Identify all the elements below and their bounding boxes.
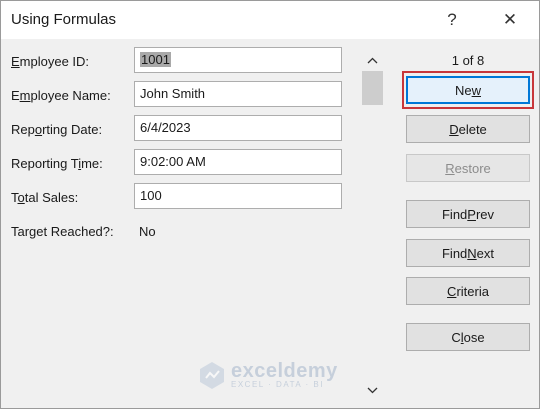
close-window-button[interactable]: ✕ xyxy=(495,5,525,35)
total-sales-label: Total Sales: xyxy=(11,190,79,205)
find-prev-button[interactable]: Find Prev xyxy=(406,200,530,228)
record-counter: 1 of 8 xyxy=(451,53,485,68)
chevron-down-icon xyxy=(367,387,378,393)
restore-button[interactable]: Restore xyxy=(406,154,530,182)
new-button[interactable]: Ne w xyxy=(406,76,530,104)
total-sales-input[interactable]: 100 xyxy=(134,183,342,209)
employee-id-label: Employee ID: xyxy=(11,54,90,69)
dialog-title: Using Formulas xyxy=(11,11,117,28)
chevron-up-icon xyxy=(367,57,378,63)
record-scrollbar[interactable] xyxy=(360,47,385,403)
exceldemy-logo-icon xyxy=(200,362,224,389)
data-form-dialog: Using Formulas ? ✕ Employee ID: 1001 Emp… xyxy=(0,0,540,409)
reporting-time-input[interactable]: 9:02:00 AM xyxy=(134,149,342,175)
help-button[interactable]: ? xyxy=(437,5,467,35)
employee-name-label: Employee Name: xyxy=(11,88,111,103)
delete-button[interactable]: Delete xyxy=(406,115,530,143)
reporting-date-label: Reporting Date: xyxy=(11,122,103,137)
close-button[interactable]: Cl ose xyxy=(406,323,530,351)
target-reached-value: No xyxy=(139,224,156,239)
reporting-date-input[interactable]: 6/4/2023 xyxy=(134,115,342,141)
title-bar: Using Formulas ? ✕ xyxy=(1,1,539,39)
employee-name-input[interactable]: John Smith xyxy=(134,81,342,107)
criteria-button[interactable]: Criteria xyxy=(406,277,530,305)
scroll-thumb[interactable] xyxy=(362,71,383,105)
watermark: exceldemy EXCEL · DATA · BI xyxy=(197,359,338,391)
find-next-button[interactable]: Find Next xyxy=(406,239,530,267)
watermark-tagline: EXCEL · DATA · BI xyxy=(231,380,324,389)
target-reached-label: Target Reached?: xyxy=(11,224,114,239)
scroll-up-button[interactable] xyxy=(360,51,385,69)
reporting-time-label: Reporting Time: xyxy=(11,156,103,171)
scroll-down-button[interactable] xyxy=(360,381,385,399)
watermark-name: exceldemy xyxy=(231,360,338,382)
employee-id-input[interactable]: 1001 xyxy=(134,47,342,73)
